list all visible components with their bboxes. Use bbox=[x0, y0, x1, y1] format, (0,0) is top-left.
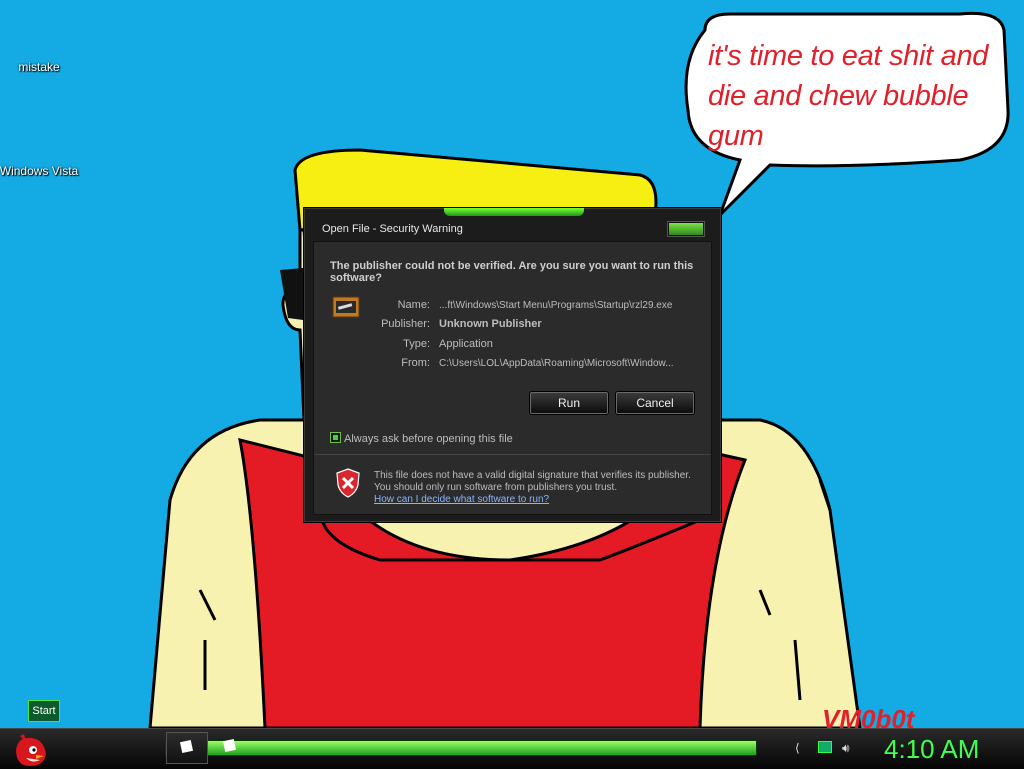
warning-text-block: This file does not have a valid digital … bbox=[374, 470, 704, 506]
volume-icon[interactable]: 🔊︎ bbox=[842, 741, 850, 756]
speech-bubble-text: it's time to eat shit and die and chew b… bbox=[708, 40, 989, 152]
warning-heading: The publisher could not be verified. Are… bbox=[330, 260, 694, 284]
taskbar-button-1[interactable] bbox=[166, 732, 208, 764]
always-ask-checkbox-row[interactable]: Always ask before opening this file bbox=[330, 432, 513, 445]
help-link[interactable]: How can I decide what software to run? bbox=[374, 494, 549, 505]
publisher-value: Unknown Publisher bbox=[439, 318, 542, 330]
taskbar-button-2[interactable] bbox=[210, 732, 250, 762]
from-value: C:\Users\LOL\AppData\Roaming\Microsoft\W… bbox=[439, 358, 674, 369]
security-warning-dialog: Open File - Security Warning The publish… bbox=[303, 207, 722, 523]
start-button[interactable]: Start bbox=[28, 700, 60, 722]
clock[interactable]: 4:10 AM bbox=[884, 734, 979, 765]
publisher-label: Publisher: bbox=[381, 318, 430, 330]
name-value: ...ft\Windows\Start Menu\Programs\Startu… bbox=[439, 300, 673, 311]
name-label: Name: bbox=[397, 299, 430, 311]
dialog-title: Open File - Security Warning bbox=[322, 223, 463, 235]
page-icon bbox=[222, 738, 237, 753]
monitor-icon[interactable] bbox=[818, 741, 832, 753]
from-label: From: bbox=[401, 357, 430, 369]
divider bbox=[314, 454, 711, 455]
cancel-button[interactable]: Cancel bbox=[616, 392, 694, 414]
warning-text: This file does not have a valid digital … bbox=[374, 470, 691, 493]
run-button[interactable]: Run bbox=[530, 392, 608, 414]
desktop-icon-mistake[interactable]: mistake bbox=[0, 60, 79, 75]
taskbar-glow-strip bbox=[165, 740, 757, 756]
close-button[interactable] bbox=[668, 222, 704, 236]
type-value: Application bbox=[439, 338, 493, 350]
desktop-icon-label: mistake bbox=[18, 60, 60, 74]
network-icon[interactable]: ⟨ bbox=[795, 741, 800, 755]
desktop-icon-label: Windows Vista bbox=[0, 164, 79, 178]
dialog-glow-accent bbox=[444, 208, 584, 216]
angry-bird-start-orb-icon[interactable] bbox=[6, 728, 50, 768]
dialog-body: The publisher could not be verified. Are… bbox=[313, 241, 712, 515]
always-ask-checkbox[interactable] bbox=[330, 432, 341, 443]
checkbox-label: Always ask before opening this file bbox=[344, 433, 513, 445]
page-icon bbox=[179, 739, 194, 754]
warning-shield-icon bbox=[336, 468, 360, 498]
check-mark-icon bbox=[333, 435, 338, 440]
desktop-icon-windows-vista[interactable]: Windows Vista bbox=[0, 164, 79, 179]
type-label: Type: bbox=[403, 338, 430, 350]
